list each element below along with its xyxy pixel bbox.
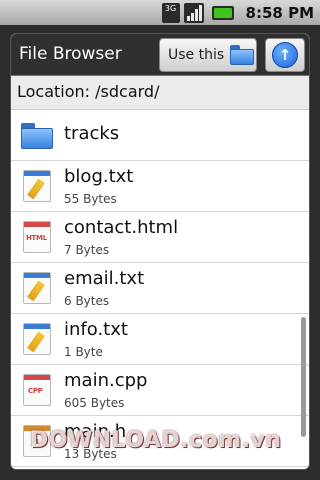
file-size: 6 Bytes — [64, 294, 110, 308]
file-size: 605 Bytes — [64, 396, 125, 410]
up-directory-button[interactable]: ↑ — [265, 38, 305, 72]
list-item-email-txt[interactable]: email.txt 6 Bytes — [11, 263, 309, 314]
use-this-label: Use this — [168, 47, 225, 63]
folder-icon — [230, 45, 255, 65]
up-arrow-icon: ↑ — [272, 42, 298, 68]
file-name: contact.html — [64, 217, 179, 238]
battery-icon — [211, 5, 234, 20]
use-this-button[interactable]: Use this — [159, 38, 257, 72]
file-size: 55 Bytes — [64, 192, 117, 206]
file-name: tracks — [64, 123, 120, 144]
list-item-blog-txt[interactable]: blog.txt 55 Bytes — [11, 161, 309, 212]
file-name: info.txt — [64, 319, 128, 340]
text-file-icon — [21, 170, 53, 204]
html-file-icon: HTML — [21, 221, 53, 255]
network-3g-icon: 3G — [161, 2, 180, 23]
dialog-titlebar: File Browser Use this ↑ — [11, 34, 309, 76]
status-bar: 3G 8:58 PM — [0, 0, 320, 25]
dialog-title: File Browser — [19, 44, 122, 64]
cpp-file-icon: CPP — [21, 374, 53, 408]
watermark: DOWNLOAD.com.vn — [30, 428, 282, 453]
status-time: 8:58 PM — [245, 3, 314, 22]
file-size: 7 Bytes — [64, 243, 110, 257]
folder-icon — [21, 119, 53, 153]
list-item-main-cpp[interactable]: CPP main.cpp 605 Bytes — [11, 365, 309, 416]
file-browser-dialog: File Browser Use this ↑ Location: /sdcar… — [10, 33, 310, 470]
file-list: tracks blog.txt 55 Bytes HTML contact.ht… — [11, 110, 309, 469]
list-item-contact-html[interactable]: HTML contact.html 7 Bytes — [11, 212, 309, 263]
text-file-icon — [21, 323, 53, 357]
file-size: 1 Byte — [64, 345, 103, 359]
file-name: main.cpp — [64, 370, 148, 391]
list-scrollbar[interactable] — [301, 317, 306, 437]
text-file-icon — [21, 272, 53, 306]
list-item-info-txt[interactable]: info.txt 1 Byte — [11, 314, 309, 365]
location-bar: Location: /sdcard/ — [11, 76, 309, 110]
file-name: blog.txt — [64, 166, 134, 187]
location-label: Location: /sdcard/ — [17, 82, 160, 101]
file-name: email.txt — [64, 268, 145, 289]
list-item-tracks[interactable]: tracks — [11, 110, 309, 161]
signal-strength-icon — [183, 2, 204, 23]
